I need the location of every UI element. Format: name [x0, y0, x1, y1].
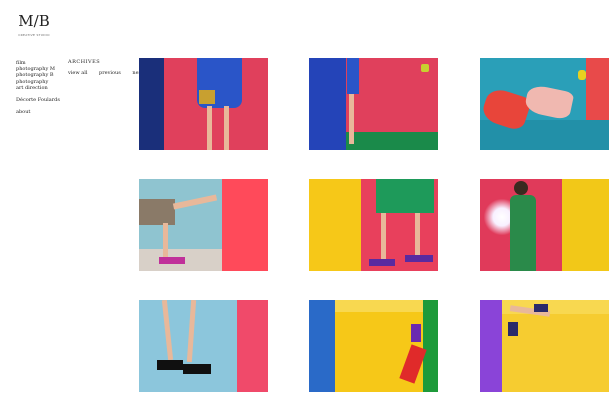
leg-shape	[186, 300, 197, 363]
gallery-thumb-4[interactable]	[139, 179, 268, 271]
floor-block	[346, 132, 438, 150]
leg-shape	[415, 213, 420, 259]
object-shape	[578, 70, 586, 80]
color-block	[237, 300, 268, 392]
leg-shape	[207, 106, 212, 150]
shorts-shape	[139, 199, 175, 225]
nav-item-decorte-foulards[interactable]: Décorte Foulards	[16, 97, 60, 103]
gallery-thumb-3[interactable]	[480, 58, 609, 150]
color-block	[309, 58, 346, 150]
shoe-shape	[508, 322, 518, 336]
hand-shape	[421, 64, 429, 72]
dress-shape	[510, 195, 536, 271]
shoe-shape	[369, 259, 395, 266]
previous-link[interactable]: previous	[99, 70, 121, 76]
sandal-shape	[183, 364, 211, 374]
gallery-thumb-1[interactable]	[139, 58, 268, 150]
bag-shape	[199, 90, 215, 104]
shoe-shape	[159, 257, 185, 264]
sandal-shape	[157, 360, 183, 370]
shoe-shape	[534, 304, 548, 312]
gallery-thumb-9[interactable]	[480, 300, 609, 392]
leg-shape	[161, 300, 174, 361]
gallery-thumb-8[interactable]	[309, 300, 438, 392]
leg-shape	[224, 106, 229, 150]
skirt-shape	[347, 58, 359, 94]
gallery-thumb-2[interactable]	[309, 58, 438, 150]
sidebar-nav: film photography M photography B photogr…	[16, 60, 60, 115]
color-block	[139, 58, 164, 150]
shoe-shape	[405, 255, 433, 262]
dress-shape	[376, 179, 434, 213]
view-all-link[interactable]: view all	[68, 70, 87, 76]
leg-shape	[172, 194, 218, 210]
color-block	[309, 179, 361, 271]
logo[interactable]: M/B CREATIVE STUDIO	[14, 13, 54, 37]
logo-subtitle: CREATIVE STUDIO	[18, 33, 50, 37]
color-block	[562, 179, 609, 271]
gallery-thumb-5[interactable]	[309, 179, 438, 271]
ceiling-block	[335, 300, 423, 312]
leg-shape	[349, 94, 354, 144]
color-block	[222, 179, 268, 271]
leg-shape	[381, 213, 386, 259]
color-block	[309, 300, 335, 392]
color-block	[480, 300, 502, 392]
nav-item-photography-b[interactable]: photography B	[16, 72, 60, 78]
logo-mark: M/B	[18, 12, 50, 30]
shoe-shape	[411, 324, 421, 342]
gallery-thumb-7[interactable]	[139, 300, 268, 392]
shoe-shape	[523, 83, 575, 121]
color-block	[423, 300, 438, 392]
leg-shape	[163, 223, 168, 257]
nav-item-about[interactable]: about	[16, 109, 60, 115]
head-shape	[514, 181, 528, 195]
gallery-thumb-6[interactable]	[480, 179, 609, 271]
